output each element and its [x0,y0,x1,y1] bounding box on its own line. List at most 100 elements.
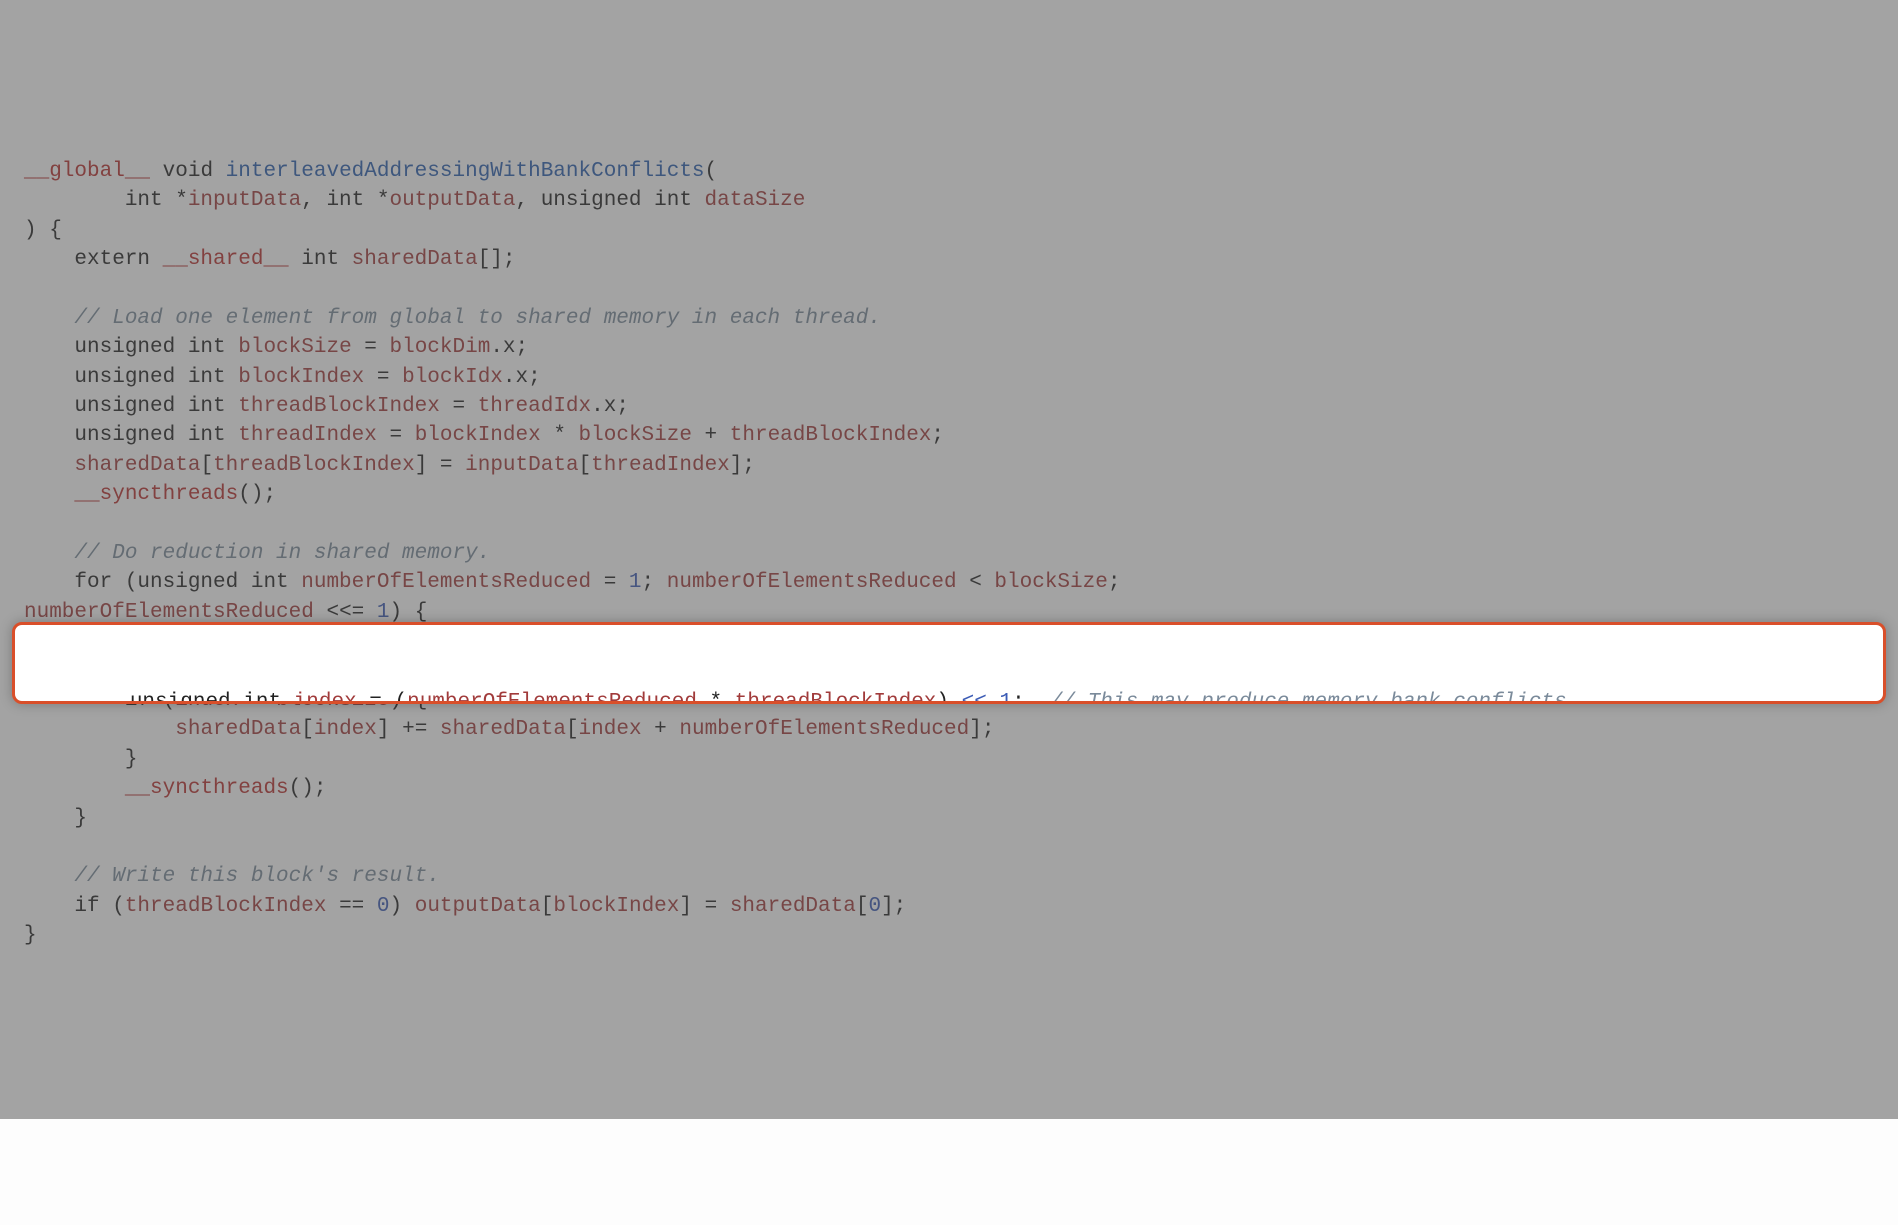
t: = [364,366,402,389]
t: (); [289,777,327,800]
t: + [692,424,730,447]
t [987,691,1000,704]
t: for (unsigned int [24,571,301,594]
comment-bank-conflict: // This may produce memory bank conflict… [1050,691,1579,704]
param-inputdata: inputData [188,189,301,212]
t: [ [200,454,213,477]
comment-load: // Load one element from global to share… [24,307,881,330]
t: ]; [881,895,906,918]
t [24,454,74,477]
t: unsigned int [29,691,294,704]
t: == [326,895,376,918]
kw-syncthreads: __syncthreads [125,777,289,800]
highlighted-code: unsigned int index = (numberOfElementsRe… [15,684,1883,704]
num-1: 1 [999,691,1012,704]
t: blockIndex [553,895,679,918]
t: threadBlockIndex [735,691,937,704]
t [24,777,125,800]
t: ] = [415,454,465,477]
paren: ( [705,160,718,183]
t: sharedData [74,454,200,477]
kw-syncthreads: __syncthreads [74,483,238,506]
t: ; [642,571,667,594]
t: unsigned int [24,424,238,447]
t: unsigned int [24,395,238,418]
t: .x; [591,395,629,418]
var-blockdim: blockDim [389,336,490,359]
t: = [591,571,629,594]
t: unsigned int [24,366,238,389]
t: numberOfElementsReduced [667,571,957,594]
t: = [377,424,415,447]
var-blockidx: blockIdx [402,366,503,389]
t: inputData [465,454,578,477]
param-datasize: dataSize [705,189,806,212]
shift-op: << [962,691,987,704]
t: (); [238,483,276,506]
var-threadidx: threadIdx [478,395,591,418]
t: ; [1108,571,1121,594]
t: 0 [377,895,390,918]
t: ] += [377,718,440,741]
t: numberOfElementsReduced [24,601,314,624]
t: threadBlockIndex [213,454,415,477]
brace-close: } [24,924,37,947]
t: + [642,718,680,741]
t: blockSize [994,571,1107,594]
var-shareddata: sharedData [352,248,478,271]
brace: ) { [24,219,62,242]
t: outputData [415,895,541,918]
t: sharedData [730,895,856,918]
extern: extern [24,248,163,271]
t [24,718,175,741]
param-outputdata: outputData [389,189,515,212]
t: , unsigned int [516,189,705,212]
t: <<= [314,601,377,624]
t: ) [390,895,415,918]
t: .x; [490,336,528,359]
t: threadBlockIndex [125,895,327,918]
t: 1 [377,601,390,624]
t: 0 [868,895,881,918]
t: * [541,424,579,447]
t: sharedData [440,718,566,741]
param-indent: int * [24,189,188,212]
t: threadIndex [591,454,730,477]
t: threadBlockIndex [730,424,932,447]
fn-name: interleavedAddressingWithBankConflicts [226,160,705,183]
var-numelred: numberOfElementsReduced [301,571,591,594]
var-blockindex: blockIndex [238,366,364,389]
t: < [957,571,995,594]
t: blockSize [579,424,692,447]
highlighted-line: unsigned int index = (numberOfElementsRe… [12,622,1886,704]
comment-reduction: // Do reduction in shared memory. [24,542,490,565]
t: ) [936,691,961,704]
num-1: 1 [629,571,642,594]
t: ; [1012,691,1050,704]
t: numberOfElementsReduced [407,691,697,704]
t [24,483,74,506]
comment-write: // Write this block's result. [24,865,440,888]
t: blockIndex [415,424,541,447]
code-block: __global__ void interleavedAddressingWit… [0,118,1898,961]
kw-global: __global__ [24,160,150,183]
t: unsigned int [24,336,238,359]
t: [ [566,718,579,741]
var-index: index [294,691,357,704]
t: sharedData [175,718,301,741]
t: [ [579,454,592,477]
t: index [314,718,377,741]
kw-void: void [150,160,226,183]
var-threadblockindex: threadBlockIndex [238,395,440,418]
t: [ [856,895,869,918]
t: ) { [389,601,427,624]
brace-close: } [24,748,137,771]
t: = [440,395,478,418]
t: ] = [679,895,729,918]
t: [ [541,895,554,918]
t: ; [931,424,944,447]
var-threadindex: threadIndex [238,424,377,447]
t: if ( [24,895,125,918]
t: , int * [301,189,389,212]
t: .x; [503,366,541,389]
